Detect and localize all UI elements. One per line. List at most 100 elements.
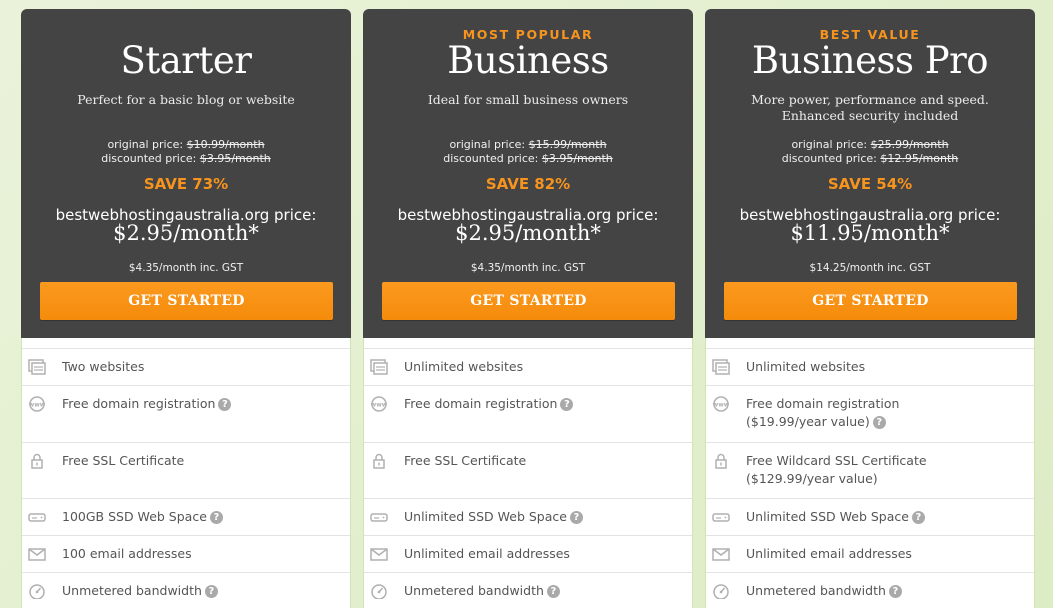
feature-list: Unlimited websites www Free domain regis… — [363, 338, 693, 608]
help-icon[interactable]: ? — [209, 511, 223, 524]
websites-icon — [370, 359, 388, 375]
feature-websites: Two websites — [22, 348, 350, 385]
feature-ssl: Free SSL Certificate — [22, 442, 350, 498]
help-icon[interactable]: ? — [218, 398, 232, 411]
plan-header: MOST POPULAR Business Ideal for small bu… — [363, 9, 693, 338]
discounted-price-label: discounted price: — [101, 151, 197, 165]
feature-text: Unlimited websites — [404, 359, 524, 374]
feature-domain: www Free domain registration? — [364, 385, 692, 442]
hard-drive-icon — [28, 513, 46, 522]
feature-space: 100GB SSD Web Space? — [22, 498, 350, 535]
www-icon: www — [713, 396, 730, 412]
help-icon[interactable]: ? — [546, 585, 560, 598]
feature-text: Two websites — [62, 359, 145, 374]
feature-text: Unmetered bandwidth — [62, 583, 202, 598]
gst-price: $14.25/month inc. GST — [809, 262, 931, 274]
help-icon[interactable]: ? — [888, 585, 902, 598]
plan-header: BEST VALUE Business Pro More power, perf… — [705, 9, 1035, 338]
help-icon[interactable]: ? — [569, 511, 583, 524]
gauge-icon — [29, 584, 45, 599]
feature-bandwidth: Unmetered bandwidth? — [22, 572, 350, 608]
site-price: $2.95/month* — [455, 221, 601, 245]
websites-icon — [28, 359, 46, 375]
plan-header: Starter Perfect for a basic blog or webs… — [21, 9, 351, 338]
plan-name: Starter — [120, 39, 252, 82]
feature-text: Free Wildcard SSL Certificate — [746, 453, 927, 468]
feature-text: Unmetered bandwidth — [404, 583, 544, 598]
plan-tagline: Perfect for a basic blog or website — [77, 92, 295, 107]
price-comparison: original price: $25.99/month discounted … — [705, 138, 1035, 165]
original-price: $25.99/month — [870, 138, 949, 151]
discounted-price-label: discounted price: — [443, 151, 539, 165]
feature-text: Free domain registration — [746, 396, 900, 411]
plan-name: Business Pro — [751, 39, 989, 82]
plan-tagline: More power, performance and speed. Enhan… — [751, 92, 989, 123]
feature-bandwidth: Unmetered bandwidth? — [706, 572, 1034, 608]
get-started-button[interactable]: GET STARTED — [724, 282, 1017, 320]
feature-list: Unlimited websites www Free domain regis… — [705, 338, 1035, 608]
hard-drive-icon — [712, 513, 730, 522]
feature-bandwidth: Unmetered bandwidth? — [364, 572, 692, 608]
feature-email: 100 email addresses — [22, 535, 350, 572]
help-icon[interactable]: ? — [872, 416, 886, 429]
original-price-label: original price: — [449, 138, 526, 151]
discounted-price: $3.95/month — [199, 151, 271, 165]
envelope-icon — [28, 548, 46, 561]
feature-text: 100 email addresses — [62, 546, 192, 561]
feature-email: Unlimited email addresses — [364, 535, 692, 572]
feature-text: Unmetered bandwidth — [746, 583, 886, 598]
feature-domain: www Free domain registration ($19.99/yea… — [706, 385, 1034, 442]
help-icon[interactable]: ? — [204, 585, 218, 598]
feature-text: Unlimited SSD Web Space — [746, 509, 909, 524]
original-price: $15.99/month — [528, 138, 607, 151]
feature-text: Free SSL Certificate — [404, 453, 527, 468]
site-price: $2.95/month* — [113, 221, 259, 245]
feature-text: Free SSL Certificate — [62, 453, 185, 468]
feature-text: 100GB SSD Web Space — [62, 509, 207, 524]
site-price: $11.95/month* — [790, 221, 950, 245]
get-started-button[interactable]: GET STARTED — [40, 282, 333, 320]
envelope-icon — [370, 548, 388, 561]
www-icon: www — [371, 396, 388, 412]
feature-domain: www Free domain registration? — [22, 385, 350, 442]
websites-icon — [712, 359, 730, 375]
hard-drive-icon — [370, 513, 388, 522]
original-price: $10.99/month — [186, 138, 265, 151]
feature-text: Unlimited email addresses — [404, 546, 570, 561]
gauge-icon — [713, 584, 729, 599]
feature-subtext: ($19.99/year value) — [746, 414, 870, 429]
original-price-label: original price: — [791, 138, 868, 151]
price-comparison: original price: $15.99/month discounted … — [363, 138, 693, 165]
feature-email: Unlimited email addresses — [706, 535, 1034, 572]
feature-space: Unlimited SSD Web Space? — [364, 498, 692, 535]
svg-text:www: www — [713, 402, 730, 409]
feature-subtext: ($129.99/year value) — [746, 471, 878, 486]
feature-ssl: Free Wildcard SSL Certificate ($129.99/y… — [706, 442, 1034, 498]
lock-icon — [715, 453, 727, 469]
lock-icon — [373, 453, 385, 469]
plan-card-starter: Starter Perfect for a basic blog or webs… — [21, 9, 351, 608]
feature-text: Free domain registration — [404, 396, 558, 411]
www-icon: www — [29, 396, 46, 412]
help-icon[interactable]: ? — [560, 398, 574, 411]
discounted-price: $12.95/month — [880, 151, 959, 165]
plan-name: Business — [447, 39, 609, 82]
feature-text: Free domain registration — [62, 396, 216, 411]
price-comparison: original price: $10.99/month discounted … — [21, 138, 351, 165]
lock-icon — [31, 453, 43, 469]
plan-tagline: Ideal for small business owners — [427, 92, 629, 107]
feature-list: Two websites www Free domain registratio… — [21, 338, 351, 608]
feature-text: Unlimited SSD Web Space — [404, 509, 567, 524]
plan-card-business-pro: BEST VALUE Business Pro More power, perf… — [705, 9, 1035, 608]
feature-websites: Unlimited websites — [706, 348, 1034, 385]
help-icon[interactable]: ? — [911, 511, 925, 524]
save-percentage: SAVE 54% — [827, 175, 913, 193]
gst-price: $4.35/month inc. GST — [128, 262, 244, 274]
get-started-button[interactable]: GET STARTED — [382, 282, 675, 320]
save-percentage: SAVE 73% — [143, 175, 229, 193]
discounted-price-label: discounted price: — [781, 151, 877, 165]
feature-space: Unlimited SSD Web Space? — [706, 498, 1034, 535]
feature-text: Unlimited websites — [746, 359, 866, 374]
svg-text:www: www — [371, 402, 388, 409]
feature-text: Unlimited email addresses — [746, 546, 912, 561]
